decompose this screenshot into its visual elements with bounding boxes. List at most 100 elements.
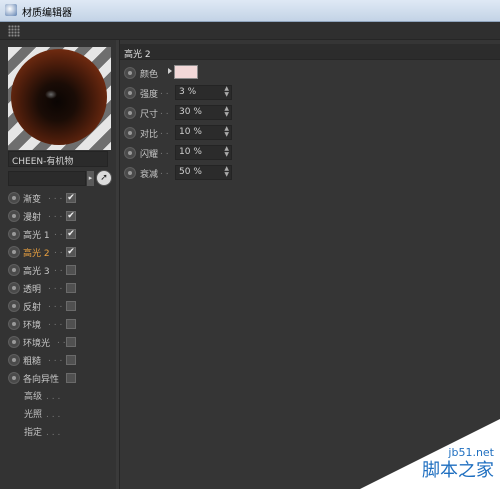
picker-icon[interactable]: ➚ [96,170,112,186]
radio-icon[interactable] [8,246,20,258]
material-name[interactable]: CHEEN-有机物 [8,151,108,167]
spinner-icon[interactable]: ▲ ▼ [224,126,229,138]
channel-dots: . . . [48,300,63,310]
enable-checkbox[interactable] [66,283,76,293]
enable-checkbox[interactable] [66,355,76,365]
prop-label: 对比 [140,130,159,140]
prop-label: 强度 [140,90,159,100]
channel-dots: . . . [48,192,63,202]
channel-label: 漸变 [23,195,42,205]
glare-field[interactable]: 10 % ▲ ▼ [175,145,232,160]
subitem-advanced[interactable]: 高级. . . [24,389,60,403]
enable-checkbox[interactable] [66,319,76,329]
prop-label: 闪耀 [140,150,159,160]
expand-arrow-icon[interactable] [168,68,172,74]
radio-icon[interactable] [8,210,20,222]
channel-reflection[interactable]: 反射 . . . [8,298,116,314]
subitem-illumination[interactable]: 光照. . . [24,407,60,421]
grip-icon[interactable] [8,25,20,37]
prop-label: 衰减 [140,170,159,180]
enable-checkbox[interactable] [66,373,76,383]
radio-icon[interactable] [124,147,136,159]
channel-diffuse[interactable]: 漫射 . . . ✔ [8,208,116,224]
contrast-field[interactable]: 10 % ▲ ▼ [175,125,232,140]
channel-dots: . . [57,336,66,346]
size-field[interactable]: 30 % ▲ ▼ [175,105,232,120]
channel-dots: . . . [48,354,63,364]
material-preview[interactable] [8,47,111,150]
channel-dots: . . . [48,282,63,292]
enable-checkbox[interactable]: ✔ [66,211,76,221]
spinner-icon[interactable]: ▲ ▼ [224,106,229,118]
field-value: 3 % [179,87,197,97]
intensity-field[interactable]: 3 % ▲ ▼ [175,85,232,100]
prop-label: 颜色 [140,70,159,80]
radio-icon[interactable] [124,127,136,139]
color-swatch[interactable] [174,65,198,79]
window-title: 材质编辑器 [22,8,72,19]
channel-label: 高光 1 [23,231,50,241]
field-value: 30 % [179,107,202,117]
channel-dots: . . [54,246,63,256]
prop-color: 颜色 [124,64,324,82]
enable-checkbox[interactable]: ✔ [66,229,76,239]
spinner-icon[interactable]: ▲ ▼ [224,146,229,158]
enable-checkbox[interactable]: ✔ [66,247,76,257]
channel-label: 高光 2 [23,249,50,259]
radio-icon[interactable] [8,228,20,240]
preview-highlight [45,90,57,99]
enable-checkbox[interactable]: ✔ [66,193,76,203]
radio-icon[interactable] [124,87,136,99]
channel-specular-3[interactable]: 高光 3 . . [8,262,116,278]
field-value: 50 % [179,167,202,177]
field-value: 10 % [179,127,202,137]
channel-dots: . . [54,264,63,274]
channel-specular-2[interactable]: 高光 2 . . ✔ [8,244,116,260]
channel-label: 各向异性 [23,375,60,385]
channel-environment[interactable]: 环境 . . . [8,316,116,332]
channel-anisotropy[interactable]: 各向异性 [8,370,116,386]
radio-icon[interactable] [124,67,136,79]
channel-dropdown[interactable] [8,171,86,186]
radio-icon[interactable] [124,107,136,119]
dropdown-arrow-icon[interactable]: ▸ [87,171,94,186]
radio-icon[interactable] [124,167,136,179]
prop-falloff: 衰减 . . 50 % ▲ ▼ [124,164,324,182]
channel-sidebar: CHEEN-有机物 ▸ ➚ 漸变 . . . ✔ 漫射 . . . ✔ 高光 1… [0,40,116,489]
subitem-assignment[interactable]: 指定. . . [24,425,60,439]
enable-checkbox[interactable] [66,265,76,275]
radio-icon[interactable] [8,192,20,204]
radio-icon[interactable] [8,372,20,384]
radio-icon[interactable] [8,354,20,366]
channel-label: 高光 3 [23,267,50,277]
spinner-icon[interactable]: ▲ ▼ [224,166,229,178]
radio-icon[interactable] [8,264,20,276]
radio-icon[interactable] [8,282,20,294]
channel-selector-row: ▸ ➚ [8,170,118,188]
channel-specular-1[interactable]: 高光 1 . . ✔ [8,226,116,242]
prop-dots: . . [160,127,169,137]
radio-icon[interactable] [8,336,20,348]
channel-label: 漫射 [23,213,42,223]
prop-contrast: 对比 . . 10 % ▲ ▼ [124,124,324,142]
enable-checkbox[interactable] [66,337,76,347]
channel-ambient[interactable]: 环境光 . . [8,334,116,350]
window-titlebar: 材质编辑器 [0,0,500,22]
enable-checkbox[interactable] [66,301,76,311]
preview-sphere [11,49,107,145]
prop-intensity: 强度 . . 3 % ▲ ▼ [124,84,324,102]
radio-icon[interactable] [8,300,20,312]
app-icon [5,4,17,16]
prop-dots: . . [160,147,169,157]
radio-icon[interactable] [8,318,20,330]
section-heading: 高光 2 [120,44,500,60]
channel-dots: . . . [48,318,63,328]
spinner-icon[interactable]: ▲ ▼ [224,86,229,98]
prop-dots: . . [160,87,169,97]
channel-transparency[interactable]: 透明 . . . [8,280,116,296]
falloff-field[interactable]: 50 % ▲ ▼ [175,165,232,180]
channel-roughness[interactable]: 粗糙 . . . [8,352,116,368]
channel-gradient[interactable]: 漸变 . . . ✔ [8,190,116,206]
subitem-label: 高级 [24,392,43,402]
channel-dots: . . . [48,210,63,220]
